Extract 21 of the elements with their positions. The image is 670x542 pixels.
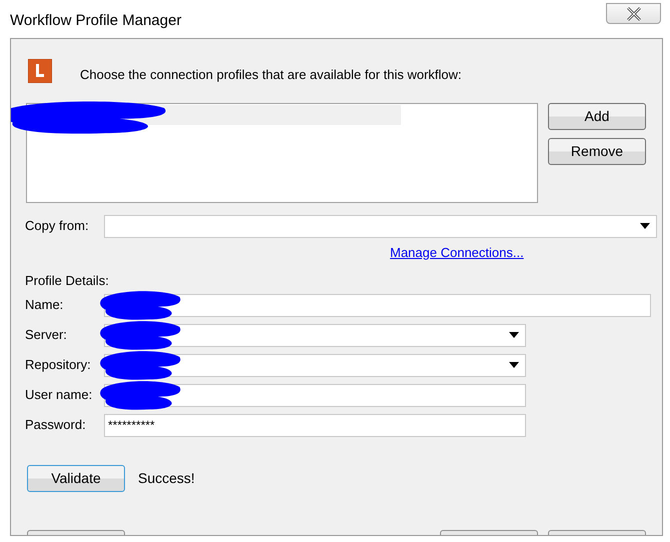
app-logo-icon [28, 58, 52, 83]
list-button[interactable]: Add [548, 102, 646, 130]
section-title: Profile Details: [25, 272, 110, 290]
field-label: Name: [25, 296, 64, 314]
password-field[interactable]: ********** [104, 414, 526, 436]
status-text: Success! [138, 468, 195, 488]
close-icon [626, 6, 642, 20]
field-label: User name: [25, 386, 94, 404]
field-label: Password: [25, 416, 87, 434]
list-button[interactable]: Remove [548, 138, 646, 164]
dropdown-caret-icon [509, 332, 519, 338]
window-title: Workflow Profile Manager [10, 11, 182, 31]
validate-button[interactable]: Validate [27, 464, 125, 492]
instruction-text: Choose the connection profiles that are available for this workflow: [80, 66, 462, 84]
close-button[interactable] [606, 3, 661, 24]
dropdown-caret-icon [640, 223, 650, 229]
manage-connections-link[interactable]: Manage Connections... [390, 242, 524, 262]
dropdown-caret-icon [509, 362, 519, 368]
field-label: Repository: [25, 356, 92, 374]
field-label: Copy from: [25, 217, 90, 236]
field-label: Server: [25, 326, 68, 344]
